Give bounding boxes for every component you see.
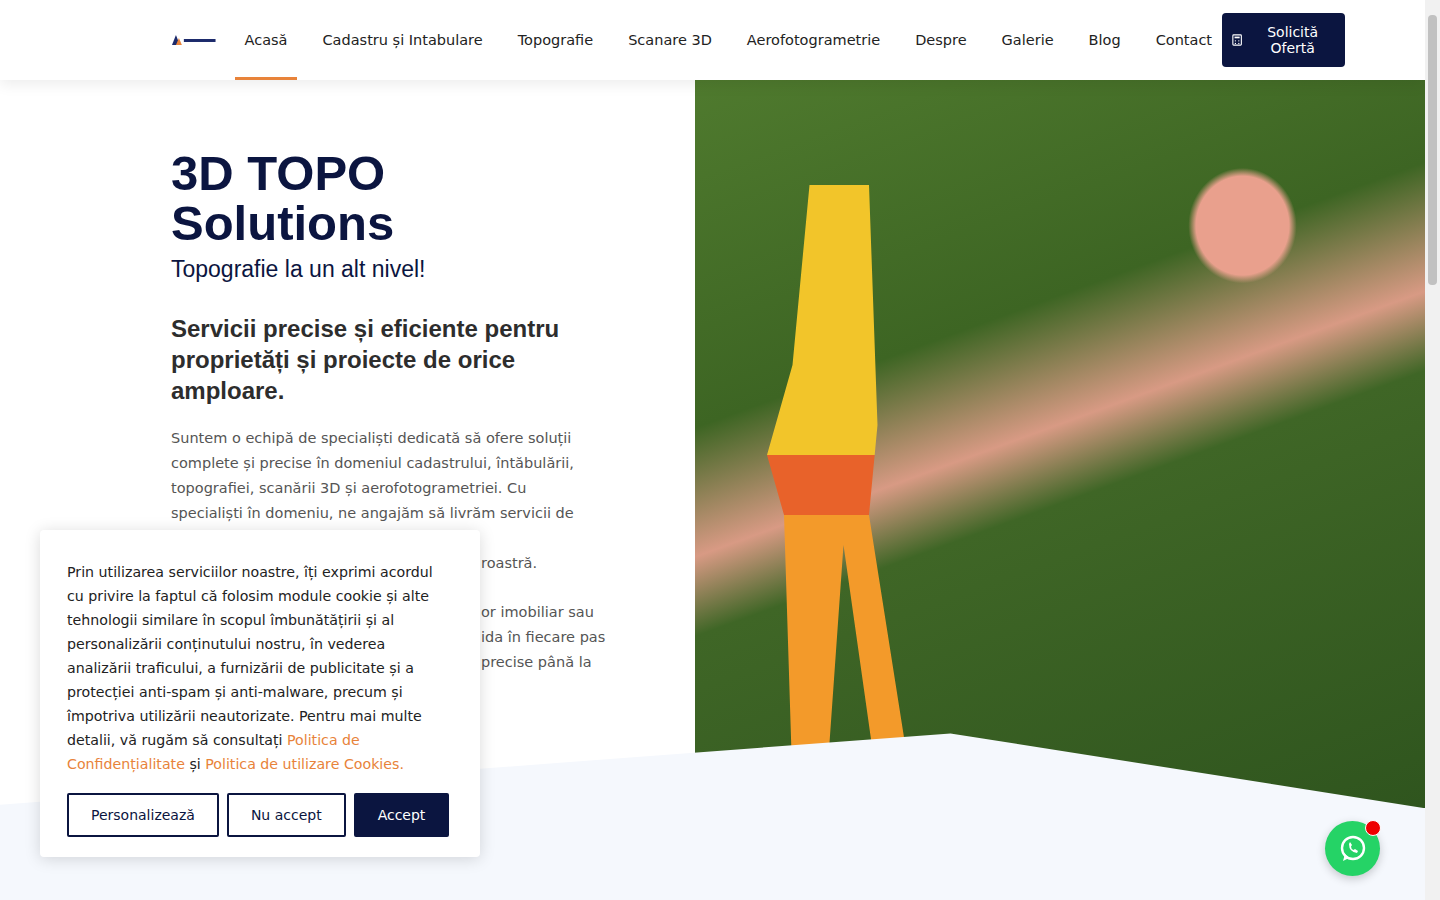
cookie-button[interactable]: Personalizează xyxy=(67,793,219,837)
cookie-buttons: PersonalizeazăNu acceptAccept xyxy=(67,793,453,837)
page: AcasăCadastru și IntabulareTopografieSca… xyxy=(0,0,1440,900)
nav-item[interactable]: Cadastru și Intabulare xyxy=(312,0,492,80)
scrollbar[interactable] xyxy=(1425,0,1440,900)
text-fragment: precise până la xyxy=(481,650,600,675)
whatsapp-icon xyxy=(1338,834,1368,864)
cookies-link[interactable]: Politica de utilizare Cookies. xyxy=(205,756,404,772)
nav-item[interactable]: Acasă xyxy=(235,0,298,80)
text-fragment: roastră. xyxy=(481,551,600,576)
logo-icon[interactable] xyxy=(170,33,218,47)
nav-item[interactable]: Blog xyxy=(1079,0,1131,80)
unread-badge xyxy=(1365,820,1381,836)
text-fragment: or imobiliar sau xyxy=(481,600,600,625)
nav-menu: AcasăCadastru și IntabulareTopografieSca… xyxy=(235,0,1223,80)
calculator-icon xyxy=(1232,33,1242,47)
hero-tagline: Topografie la un alt nivel! xyxy=(171,256,600,283)
cookie-button[interactable]: Nu accept xyxy=(227,793,346,837)
header: AcasăCadastru și IntabulareTopografieSca… xyxy=(0,0,1425,80)
nav-item[interactable]: Contact xyxy=(1146,0,1222,80)
scrollbar-thumb[interactable] xyxy=(1428,15,1437,285)
quote-button[interactable]: Solicită Ofertă xyxy=(1222,13,1345,67)
hero-heading: Servicii precise și eficiente pentru pro… xyxy=(171,313,600,406)
hero-photo xyxy=(695,80,1425,808)
text-fragment: ida în fiecare pas xyxy=(481,625,600,650)
nav-item[interactable]: Topografie xyxy=(508,0,603,80)
total-station-photo xyxy=(750,185,920,785)
hero-title: 3D TOPO Solutions xyxy=(171,148,451,248)
nav-item[interactable]: Despre xyxy=(905,0,976,80)
cookie-button[interactable]: Accept xyxy=(354,793,450,837)
cookie-text: Prin utilizarea serviciilor noastre, îți… xyxy=(67,560,453,776)
whatsapp-button[interactable] xyxy=(1325,821,1380,876)
nav-item[interactable]: Scanare 3D xyxy=(618,0,722,80)
main: AcasăCadastru și IntabulareTopografieSca… xyxy=(0,0,1425,900)
cookie-banner: Prin utilizarea serviciilor noastre, îți… xyxy=(40,530,480,857)
nav-item[interactable]: Galerie xyxy=(992,0,1064,80)
nav-item[interactable]: Aerofotogrametrie xyxy=(737,0,890,80)
